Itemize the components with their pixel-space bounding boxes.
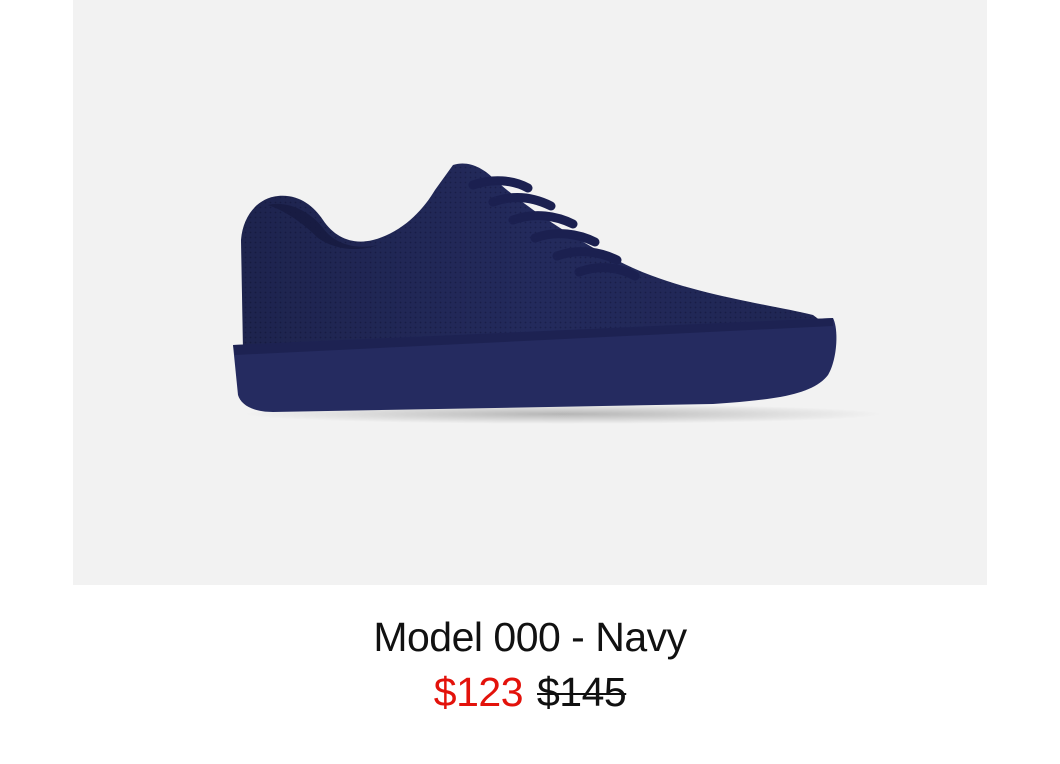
original-price: $145 bbox=[537, 669, 627, 715]
sneaker-illustration bbox=[233, 163, 883, 424]
product-image[interactable] bbox=[73, 0, 987, 585]
product-card[interactable]: Model 000 - Navy $123 $145 bbox=[0, 0, 1060, 764]
price-row: $123 $145 bbox=[0, 667, 1060, 717]
sale-price: $123 bbox=[433, 669, 524, 715]
product-title[interactable]: Model 000 - Navy bbox=[0, 612, 1060, 662]
